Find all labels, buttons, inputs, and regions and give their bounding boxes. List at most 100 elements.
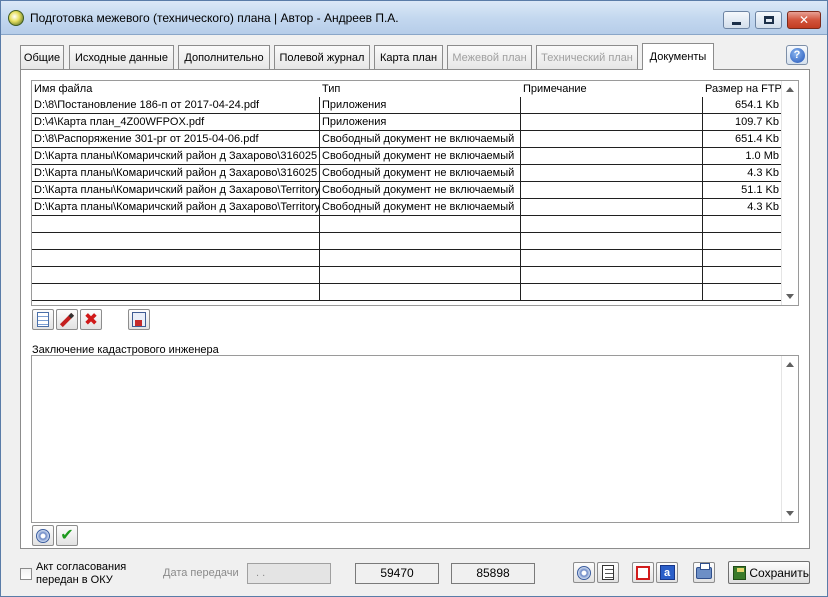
cell-type[interactable] (320, 216, 521, 232)
conclusion-textarea[interactable] (32, 356, 781, 522)
cell-type[interactable]: Приложения (320, 114, 521, 130)
save-button[interactable]: Сохранить (728, 561, 810, 584)
red-frame-button[interactable] (632, 562, 654, 583)
cell-size[interactable] (703, 216, 782, 232)
tab-boundary-plan[interactable]: Межевой план (447, 45, 532, 69)
text-format-button[interactable]: a (656, 562, 678, 583)
help-button[interactable]: ? (786, 45, 808, 65)
documents-table[interactable]: Имя файла Тип Примечание Размер на FTP D… (31, 80, 799, 306)
upload-document-button[interactable] (128, 309, 150, 330)
cell-file[interactable]: D:\Карта планы\Комаричский район д Захар… (32, 182, 320, 198)
column-header-file[interactable]: Имя файла (32, 81, 320, 97)
cell-file[interactable] (32, 267, 320, 283)
cell-note[interactable] (521, 148, 703, 164)
table-row[interactable]: D:\Карта планы\Комаричский район д Захар… (32, 199, 782, 216)
cell-note[interactable] (521, 216, 703, 232)
table-row[interactable]: D:\Карта планы\Комаричский район д Захар… (32, 148, 782, 165)
cell-file[interactable]: D:\8\Распоряжение 301-рг от 2015-04-06.p… (32, 131, 320, 147)
scroll-up-icon[interactable] (786, 362, 794, 367)
cell-note[interactable] (521, 182, 703, 198)
cell-type[interactable] (320, 284, 521, 300)
cell-type[interactable]: Приложения (320, 97, 521, 113)
cell-type[interactable] (320, 267, 521, 283)
sheet-button[interactable] (597, 562, 619, 583)
cell-size[interactable] (703, 284, 782, 300)
column-header-type[interactable]: Тип (320, 81, 521, 97)
table-row[interactable]: D:\8\Распоряжение 301-рг от 2015-04-06.p… (32, 131, 782, 148)
cell-file[interactable] (32, 216, 320, 232)
cell-note[interactable] (521, 165, 703, 181)
cell-size[interactable] (703, 250, 782, 266)
act-checkbox[interactable] (20, 568, 32, 580)
title-bar[interactable]: Подготовка межевого (технического) плана… (1, 1, 827, 35)
cell-size[interactable]: 1.0 Mb (703, 148, 782, 164)
cell-file[interactable]: D:\Карта планы\Комаричский район д Захар… (32, 199, 320, 215)
cell-size[interactable]: 4.3 Kb (703, 199, 782, 215)
cell-type[interactable]: Свободный документ не включаемый (320, 182, 521, 198)
maximize-button[interactable] (755, 11, 782, 29)
cell-file[interactable]: D:\8\Постановление 186-п от 2017-04-24.p… (32, 97, 320, 113)
cell-file[interactable]: D:\4\Карта план_4Z00WFPOX.pdf (32, 114, 320, 130)
edit-document-button[interactable] (56, 309, 78, 330)
cell-file[interactable] (32, 233, 320, 249)
cell-type[interactable]: Свободный документ не включаемый (320, 148, 521, 164)
cell-type[interactable]: Свободный документ не включаемый (320, 131, 521, 147)
column-header-note[interactable]: Примечание (521, 81, 703, 97)
table-row[interactable] (32, 284, 782, 301)
table-row[interactable] (32, 250, 782, 267)
tab-technical-plan[interactable]: Технический план (536, 45, 638, 69)
disc-button[interactable] (573, 562, 595, 583)
print-button[interactable] (693, 562, 715, 583)
cell-size[interactable] (703, 267, 782, 283)
cell-file[interactable] (32, 250, 320, 266)
scroll-down-icon[interactable] (786, 294, 794, 299)
cell-file[interactable]: D:\Карта планы\Комаричский район д Захар… (32, 148, 320, 164)
cell-note[interactable] (521, 97, 703, 113)
scroll-down-icon[interactable] (786, 511, 794, 516)
cell-type[interactable]: Свободный документ не включаемый (320, 165, 521, 181)
cell-size[interactable]: 51.1 Kb (703, 182, 782, 198)
table-row[interactable]: D:\8\Постановление 186-п от 2017-04-24.p… (32, 97, 782, 114)
cell-note[interactable] (521, 267, 703, 283)
conclusion-disc-button[interactable] (32, 525, 54, 546)
tab-general[interactable]: Общие (20, 45, 64, 69)
cell-type[interactable] (320, 250, 521, 266)
table-row[interactable] (32, 233, 782, 250)
cell-file[interactable] (32, 284, 320, 300)
table-row[interactable] (32, 267, 782, 284)
table-row[interactable] (32, 216, 782, 233)
scroll-up-icon[interactable] (786, 87, 794, 92)
cell-note[interactable] (521, 114, 703, 130)
add-document-button[interactable] (32, 309, 54, 330)
tab-map-plan[interactable]: Карта план (374, 45, 443, 69)
conclusion-scrollbar[interactable] (781, 356, 798, 522)
tab-source-data[interactable]: Исходные данные (69, 45, 174, 69)
cell-note[interactable] (521, 131, 703, 147)
tab-additional[interactable]: Дополнительно (178, 45, 270, 69)
cell-file[interactable]: D:\Карта планы\Комаричский район д Захар… (32, 165, 320, 181)
minimize-button[interactable] (723, 11, 750, 29)
act-checkbox-label[interactable]: Акт согласования передан в ОКУ (36, 561, 156, 587)
cell-size[interactable] (703, 233, 782, 249)
table-scrollbar[interactable] (781, 81, 798, 305)
conclusion-apply-button[interactable]: ✔ (56, 525, 78, 546)
table-row[interactable]: D:\4\Карта план_4Z00WFPOX.pdf Приложения 1… (32, 114, 782, 131)
close-button[interactable]: ✕ (787, 11, 821, 29)
cell-note[interactable] (521, 250, 703, 266)
date-field[interactable]: . . (247, 563, 331, 584)
tab-documents[interactable]: Документы (642, 43, 714, 70)
table-row[interactable]: D:\Карта планы\Комаричский район д Захар… (32, 165, 782, 182)
delete-document-button[interactable]: ✖ (80, 309, 102, 330)
cell-type[interactable] (320, 233, 521, 249)
cell-size[interactable]: 4.3 Kb (703, 165, 782, 181)
cell-size[interactable]: 109.7 Kb (703, 114, 782, 130)
cell-type[interactable]: Свободный документ не включаемый (320, 199, 521, 215)
cell-note[interactable] (521, 199, 703, 215)
column-header-size[interactable]: Размер на FTP (703, 81, 782, 97)
tab-field-journal[interactable]: Полевой журнал (274, 45, 370, 69)
cell-note[interactable] (521, 233, 703, 249)
cell-size[interactable]: 654.1 Kb (703, 97, 782, 113)
cell-note[interactable] (521, 284, 703, 300)
table-row[interactable]: D:\Карта планы\Комаричский район д Захар… (32, 182, 782, 199)
cell-size[interactable]: 651.4 Kb (703, 131, 782, 147)
